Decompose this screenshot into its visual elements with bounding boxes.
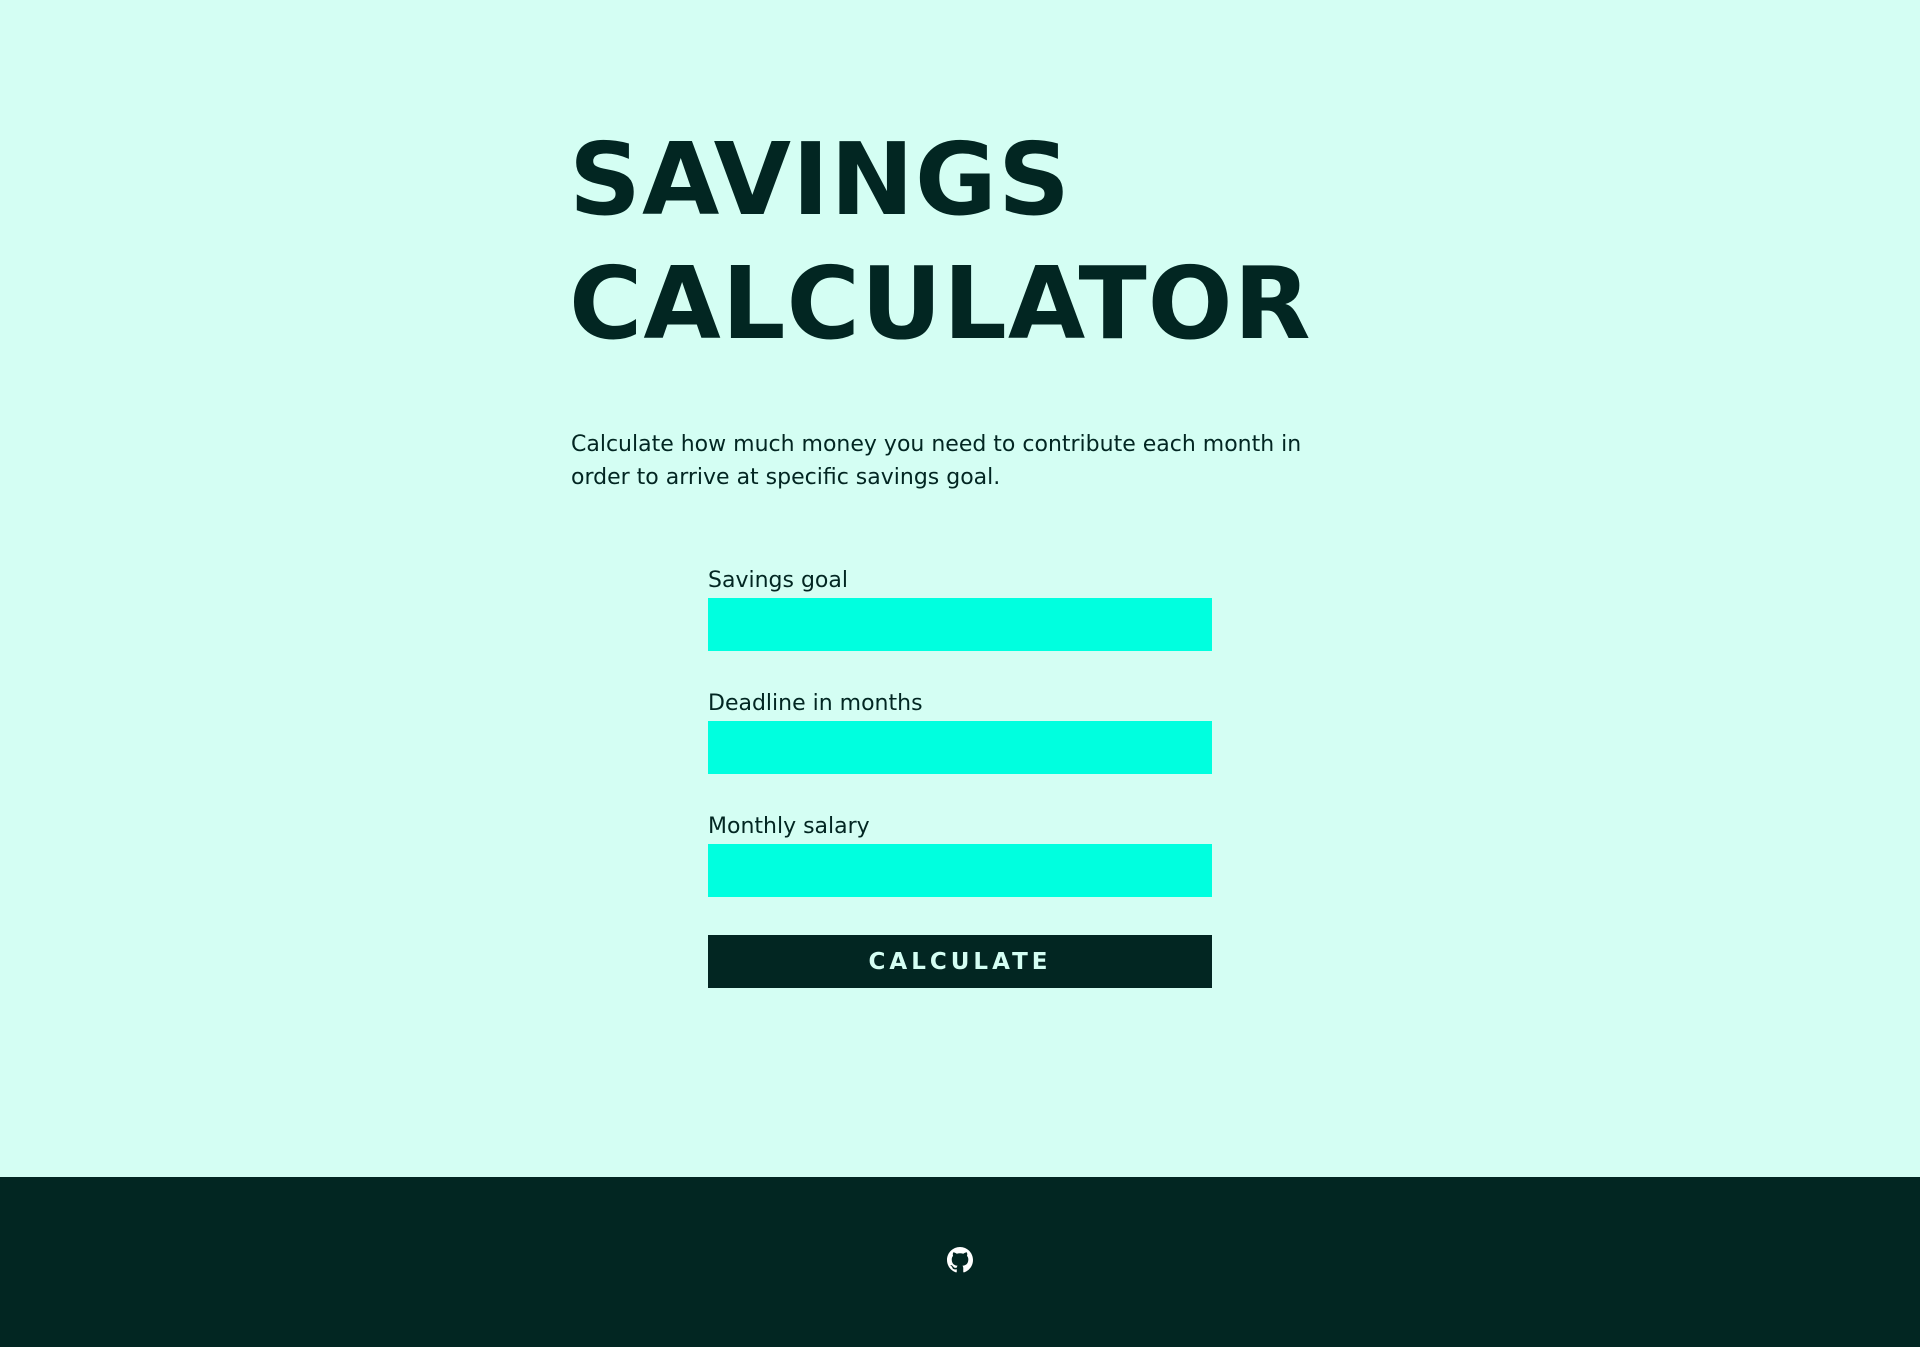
page-title: SAVINGS CALCULATOR [569,118,1469,366]
calculate-button[interactable]: CALCULATE [708,935,1212,988]
deadline-input[interactable] [708,721,1212,774]
monthly-salary-input[interactable] [708,844,1212,897]
savings-form: Savings goal Deadline in months Monthly … [708,566,1212,988]
savings-goal-field: Savings goal [708,566,1212,651]
github-icon [947,1247,973,1273]
page-title-line-2: CALCULATOR [569,245,1312,362]
deadline-field: Deadline in months [708,689,1212,774]
savings-goal-input[interactable] [708,598,1212,651]
page-title-line-1: SAVINGS [569,121,1072,238]
deadline-label: Deadline in months [708,691,923,716]
monthly-salary-field: Monthly salary [708,812,1212,897]
page-description: Calculate how much money you need to con… [571,432,1302,490]
github-link[interactable] [947,1247,973,1273]
main-content: SAVINGS CALCULATOR Calculate how much mo… [0,0,1920,1177]
monthly-salary-label: Monthly salary [708,814,870,839]
savings-goal-label: Savings goal [708,568,848,593]
footer [0,1177,1920,1347]
